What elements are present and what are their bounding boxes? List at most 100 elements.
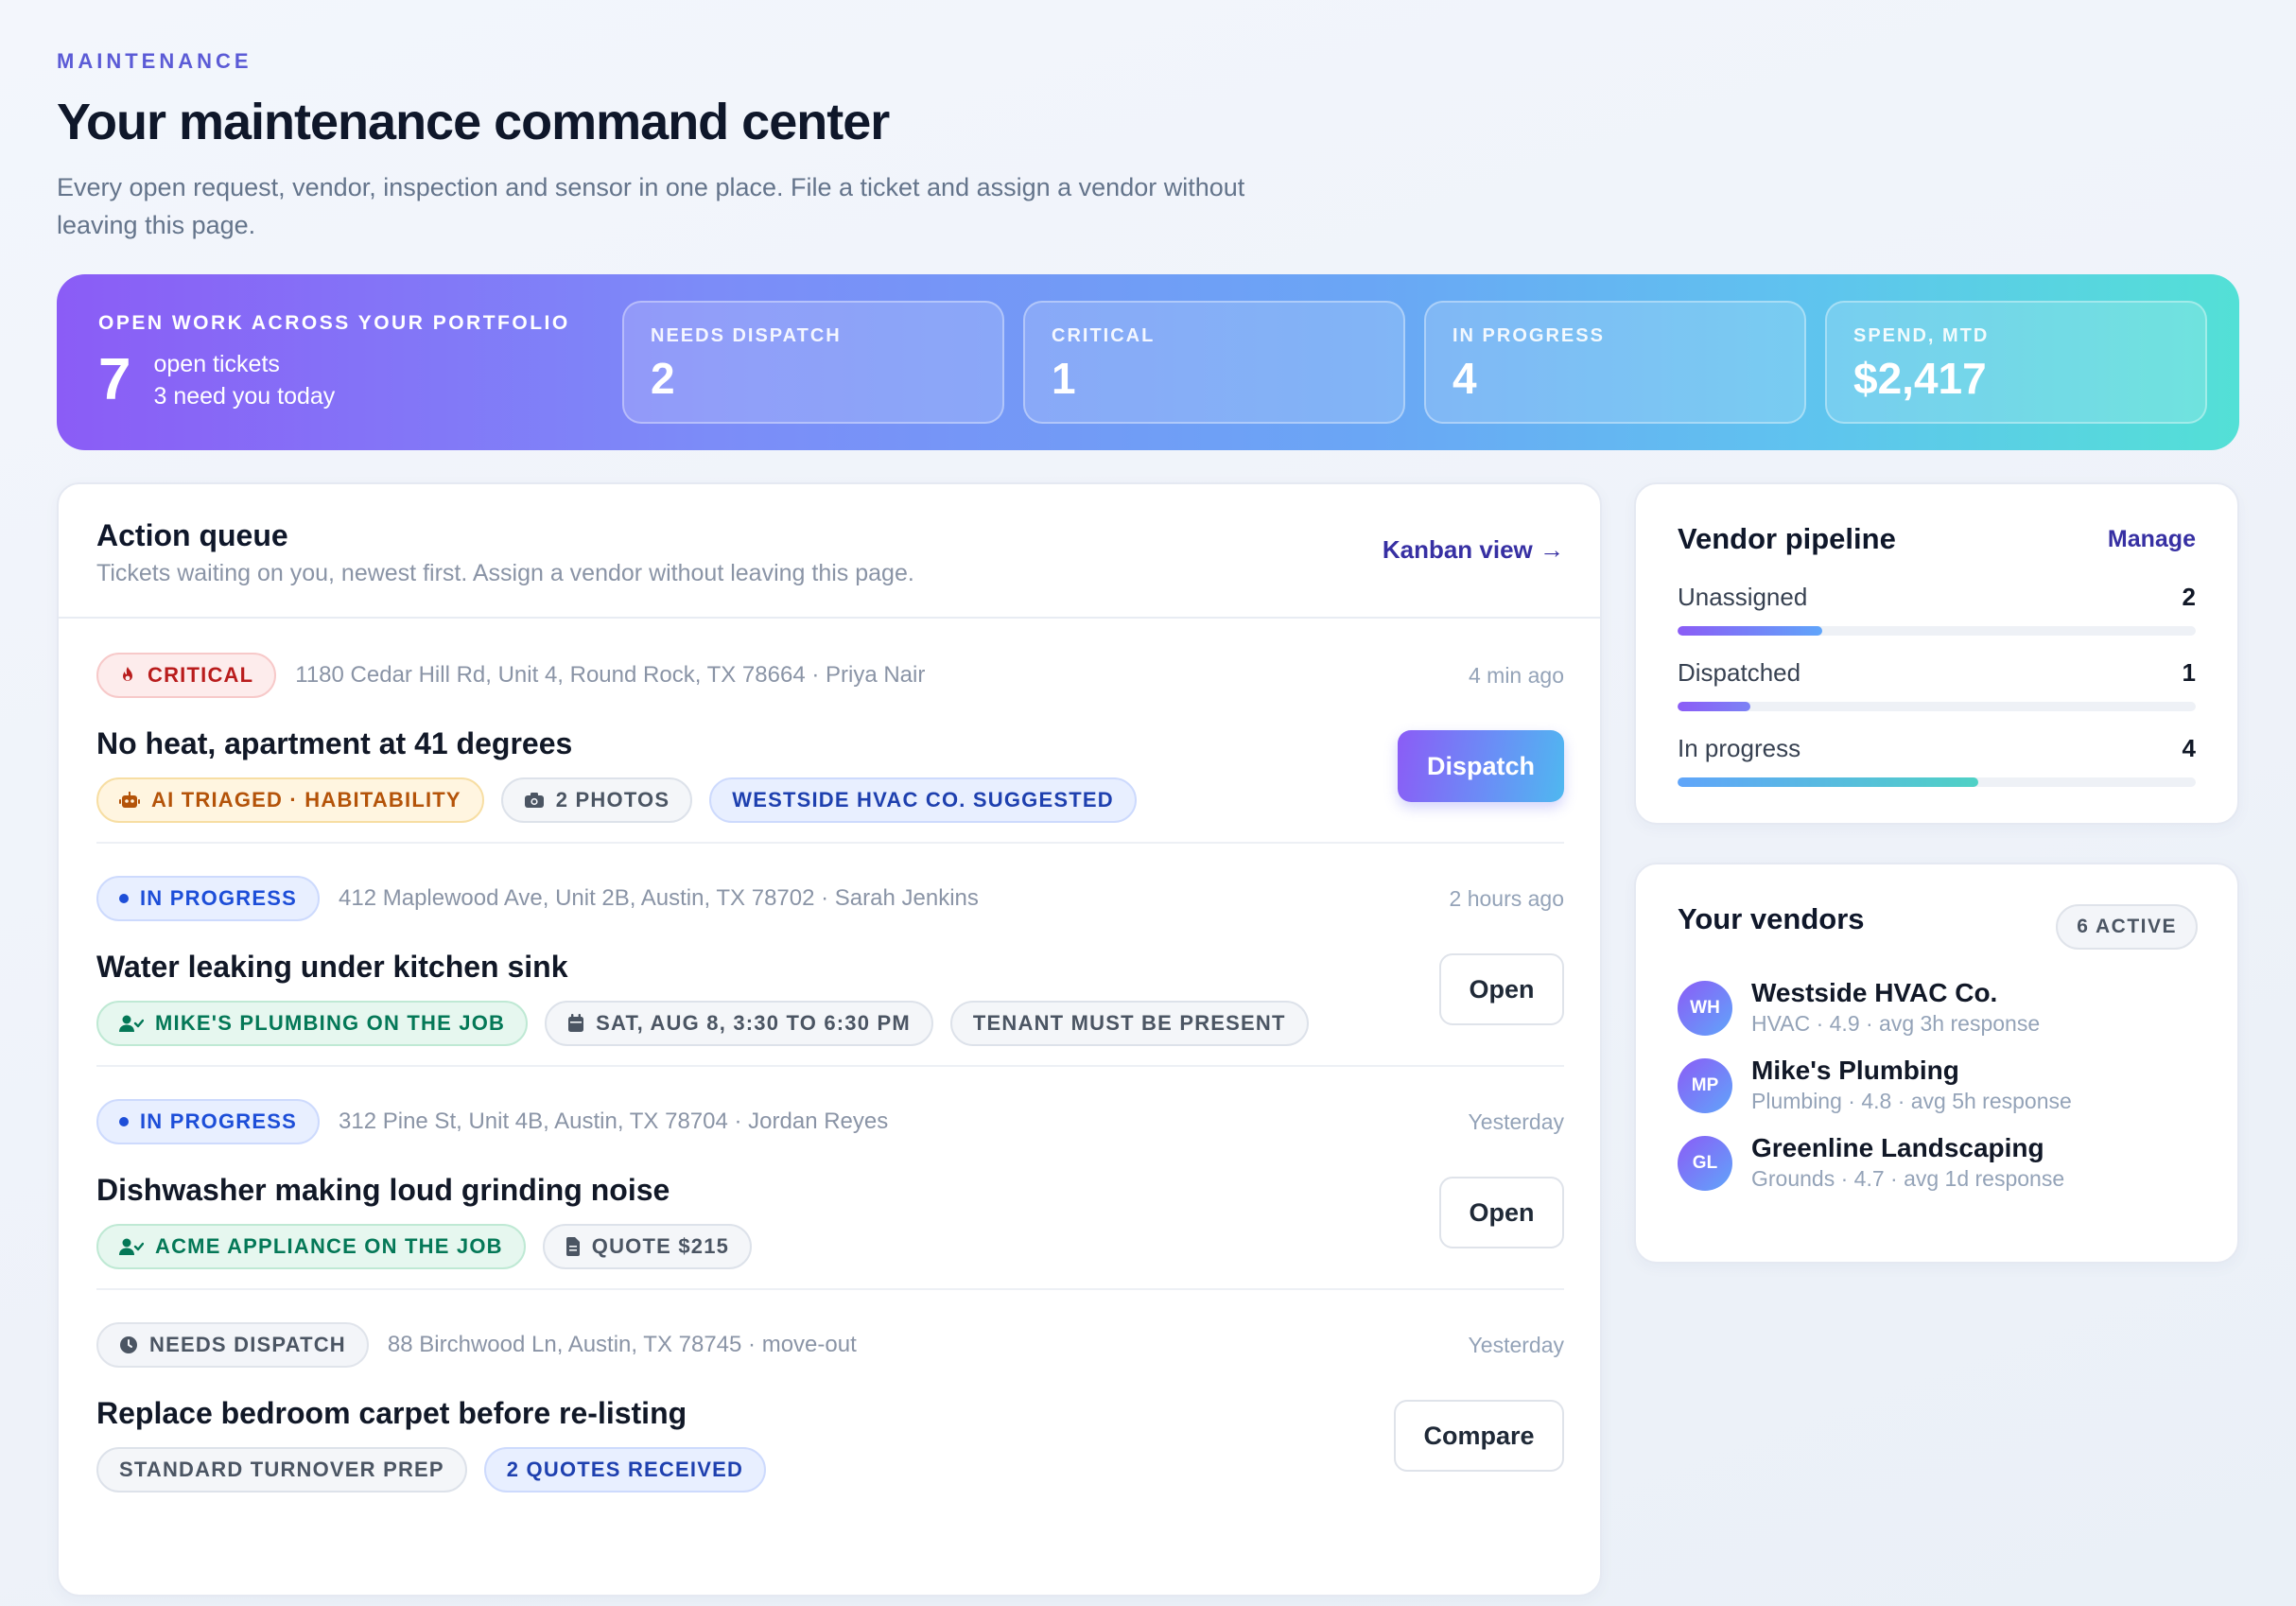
vendor-item[interactable]: WH Westside HVAC Co. HVAC · 4.9 · avg 3h…	[1678, 974, 2040, 1042]
ticket-time: Yesterday	[1468, 1108, 1564, 1134]
compare-button[interactable]: Compare	[1394, 1400, 1564, 1472]
tag-label: QUOTE $215	[591, 1234, 730, 1258]
pipeline-row-dispatched[interactable]: Dispatched 1	[1678, 658, 2196, 715]
tag-ai-triaged: AI TRIAGED · HABITABILITY	[96, 777, 484, 823]
vendor-item[interactable]: MP Mike's Plumbing Plumbing · 4.8 · avg …	[1678, 1052, 2072, 1120]
open-ticket-label: open tickets	[153, 351, 280, 377]
ticket-address: 312 Pine St, Unit 4B, Austin, TX 78704 ·…	[339, 1108, 889, 1134]
pipeline-count: 2	[2182, 583, 2196, 611]
stat-value: $2,417	[1853, 354, 1987, 403]
maintenance-page: MAINTENANCE Your maintenance command cen…	[57, 49, 2239, 1597]
ticket-address: 412 Maplewood Ave, Unit 2B, Austin, TX 7…	[339, 885, 979, 911]
pipeline-bar-track	[1678, 626, 2196, 636]
ticket-row[interactable]: IN PROGRESS 312 Pine St, Unit 4B, Austin…	[96, 1065, 1564, 1288]
status-badge-critical: CRITICAL	[96, 653, 277, 698]
tag-label: SAT, AUG 8, 3:30 TO 6:30 PM	[596, 1011, 911, 1035]
pipeline-bar-track	[1678, 702, 2196, 711]
action-queue-title: Action queue	[96, 518, 288, 552]
dispatch-button[interactable]: Dispatch	[1398, 730, 1564, 802]
invoice-icon	[565, 1237, 580, 1256]
tag-label: TENANT MUST BE PRESENT	[972, 1011, 1286, 1035]
stat-value: 1	[1052, 354, 1076, 403]
status-label: CRITICAL	[148, 663, 254, 687]
action-queue-header: Action queue Tickets waiting on you, new…	[59, 484, 1600, 619]
calendar-icon	[568, 1014, 584, 1032]
tag-label: 2 PHOTOS	[555, 788, 670, 812]
ticket-title: Dishwasher making loud grinding noise	[96, 1173, 670, 1207]
robot-icon	[119, 792, 140, 808]
ticket-row[interactable]: IN PROGRESS 412 Maplewood Ave, Unit 2B, …	[96, 842, 1564, 1065]
ticket-time: 4 min ago	[1468, 662, 1564, 688]
active-vendors-badge: 6 ACTIVE	[2056, 904, 2198, 950]
kanban-view-link[interactable]: Kanban view →	[1383, 535, 1564, 565]
tag-quotes-received[interactable]: 2 QUOTES RECEIVED	[483, 1447, 767, 1493]
vendor-pipeline-card: Vendor pipeline Manage Unassigned 2 Disp…	[1634, 482, 2239, 825]
pipeline-row-in-progress[interactable]: In progress 4	[1678, 734, 2196, 791]
stat-value: 2	[651, 354, 675, 403]
tag-label: MIKE'S PLUMBING ON THE JOB	[155, 1011, 506, 1035]
status-label: IN PROGRESS	[140, 886, 298, 910]
tag-label: AI TRIAGED · HABITABILITY	[151, 788, 461, 812]
tag-appointment: SAT, AUG 8, 3:30 TO 6:30 PM	[545, 1001, 933, 1046]
ticket-row[interactable]: NEEDS DISPATCH 88 Birchwood Ln, Austin, …	[96, 1288, 1564, 1511]
status-dot-icon	[119, 1117, 129, 1126]
vendor-item[interactable]: GL Greenline Landscaping Grounds · 4.7 ·…	[1678, 1129, 2064, 1197]
pipeline-count: 4	[2182, 734, 2196, 762]
ticket-time: 2 hours ago	[1449, 885, 1564, 911]
tag-turnover-prep: STANDARD TURNOVER PREP	[96, 1447, 467, 1493]
tag-vendor-on-job: MIKE'S PLUMBING ON THE JOB	[96, 1001, 529, 1046]
status-label: IN PROGRESS	[140, 1109, 298, 1133]
ticket-title: Water leaking under kitchen sink	[96, 950, 568, 984]
ticket-title: Replace bedroom carpet before re-listing	[96, 1396, 687, 1430]
pipeline-row-unassigned[interactable]: Unassigned 2	[1678, 583, 2196, 639]
tag-tenant-present: TENANT MUST BE PRESENT	[949, 1001, 1309, 1046]
tag-label: 2 QUOTES RECEIVED	[506, 1458, 744, 1481]
your-vendors-card: Your vendors 6 ACTIVE WH Westside HVAC C…	[1634, 863, 2239, 1264]
stat-label: IN PROGRESS	[1452, 325, 1605, 346]
tag-label: ACME APPLIANCE ON THE JOB	[155, 1234, 503, 1258]
status-badge-needs-dispatch: NEEDS DISPATCH	[96, 1322, 369, 1368]
stat-value: 4	[1452, 354, 1477, 403]
vendor-pipeline-title: Vendor pipeline	[1678, 522, 1896, 555]
action-queue-card: Action queue Tickets waiting on you, new…	[57, 482, 1602, 1597]
pipeline-count: 1	[2182, 658, 2196, 687]
user-check-icon	[119, 1238, 144, 1255]
status-badge-in-progress: IN PROGRESS	[96, 1099, 321, 1144]
status-dot-icon	[119, 894, 129, 903]
ticket-time: Yesterday	[1468, 1332, 1564, 1357]
vendor-name: Mike's Plumbing	[1751, 1056, 1959, 1085]
tag-vendor-on-job: ACME APPLIANCE ON THE JOB	[96, 1224, 526, 1269]
vendor-name: Westside HVAC Co.	[1751, 978, 1998, 1007]
flame-icon	[123, 667, 132, 681]
vendor-meta: HVAC · 4.9 · avg 3h response	[1751, 1011, 2041, 1036]
page-title: Your maintenance command center	[57, 94, 890, 150]
action-queue-description: Tickets waiting on you, newest first. As…	[96, 560, 914, 586]
your-vendors-title: Your vendors	[1678, 902, 1865, 935]
status-badge-in-progress: IN PROGRESS	[96, 876, 321, 921]
stat-needs-dispatch[interactable]: NEEDS DISPATCH 2	[622, 301, 1004, 424]
user-check-icon	[119, 1015, 144, 1032]
tag-label: WESTSIDE HVAC CO. SUGGESTED	[732, 788, 1114, 812]
open-button[interactable]: Open	[1439, 1177, 1564, 1248]
pipeline-label: Dispatched	[1678, 658, 1801, 687]
pipeline-label: In progress	[1678, 734, 1801, 762]
stat-spend-mtd[interactable]: SPEND, MTD $2,417	[1825, 301, 2207, 424]
manage-link[interactable]: Manage	[2108, 526, 2196, 553]
tag-suggested-vendor[interactable]: WESTSIDE HVAC CO. SUGGESTED	[709, 777, 1137, 823]
tag-photos[interactable]: 2 PHOTOS	[500, 777, 693, 823]
open-button[interactable]: Open	[1439, 953, 1564, 1025]
page-subtitle: Every open request, vendor, inspection a…	[57, 173, 1245, 239]
stat-critical[interactable]: CRITICAL 1	[1023, 301, 1405, 424]
tag-label: STANDARD TURNOVER PREP	[119, 1458, 444, 1481]
portfolio-summary-banner: OPEN WORK ACROSS YOUR PORTFOLIO 7 open t…	[57, 274, 2239, 450]
clock-icon	[120, 1336, 137, 1353]
ticket-row[interactable]: CRITICAL 1180 Cedar Hill Rd, Unit 4, Rou…	[96, 619, 1564, 842]
stat-in-progress[interactable]: IN PROGRESS 4	[1424, 301, 1806, 424]
ticket-title: No heat, apartment at 41 degrees	[96, 726, 573, 760]
open-work-summary: OPEN WORK ACROSS YOUR PORTFOLIO 7 open t…	[98, 312, 570, 412]
ticket-address: 1180 Cedar Hill Rd, Unit 4, Round Rock, …	[295, 662, 926, 688]
tag-quote[interactable]: QUOTE $215	[542, 1224, 753, 1269]
stat-label: CRITICAL	[1052, 325, 1156, 346]
pipeline-label: Unassigned	[1678, 583, 1808, 611]
vendor-meta: Grounds · 4.7 · avg 1d response	[1751, 1166, 2065, 1191]
